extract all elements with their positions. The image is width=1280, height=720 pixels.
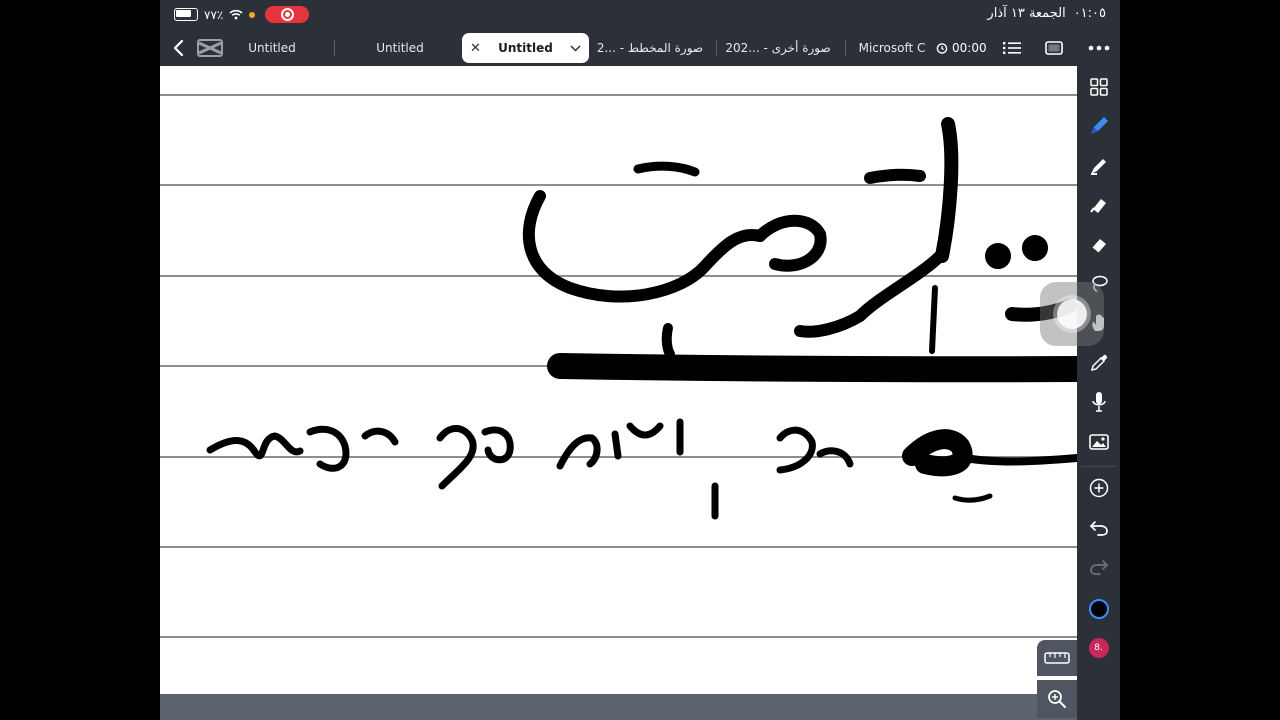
tab-bar: Untitled Untitled ✕ Untitled صورة المخطط… bbox=[160, 32, 1120, 64]
tab-microsoft[interactable]: Microsoft C bbox=[852, 33, 932, 63]
eraser-icon[interactable] bbox=[1077, 230, 1120, 260]
mic-icon[interactable] bbox=[1077, 387, 1120, 417]
tab-separator bbox=[334, 40, 335, 56]
battery-icon bbox=[174, 8, 198, 21]
canvas-footer-bar bbox=[160, 694, 1120, 720]
status-left: ٧٧٪ bbox=[174, 6, 310, 23]
zoom-icon bbox=[1048, 690, 1066, 708]
list-icon[interactable] bbox=[1000, 32, 1024, 64]
zoom-button[interactable] bbox=[1037, 680, 1077, 718]
tab-untitled-2[interactable]: Untitled bbox=[360, 33, 440, 63]
redo-icon[interactable] bbox=[1077, 552, 1120, 582]
tab-diagram-image[interactable]: صورة المخطط - ...2 bbox=[596, 33, 704, 63]
tab-label: Untitled bbox=[248, 41, 296, 55]
handwritten-ink bbox=[206, 117, 1077, 520]
right-toolbar: 8. bbox=[1077, 66, 1120, 720]
tab-label: صورة المخطط - ...2 bbox=[596, 41, 704, 55]
current-color bbox=[1088, 599, 1109, 619]
status-right: ٠١:٠٥ الجمعة ١٣ آذار bbox=[987, 6, 1106, 21]
close-icon[interactable]: ✕ bbox=[470, 41, 481, 56]
timer-icon bbox=[936, 43, 948, 54]
add-icon[interactable] bbox=[1077, 473, 1120, 503]
tab-separator bbox=[845, 40, 846, 56]
undo-icon[interactable] bbox=[1077, 513, 1120, 543]
stroke-size[interactable]: 8. bbox=[1077, 633, 1120, 663]
grid-icon[interactable] bbox=[1077, 72, 1120, 102]
stroke-size-label: 8. bbox=[1088, 638, 1109, 658]
tape-icon[interactable] bbox=[1077, 190, 1120, 220]
tab-untitled-active[interactable]: ✕ Untitled bbox=[462, 33, 589, 63]
toolbar-divider bbox=[1081, 466, 1116, 467]
page-icon[interactable] bbox=[1042, 32, 1066, 64]
back-button[interactable] bbox=[172, 32, 192, 64]
record-icon bbox=[280, 8, 294, 21]
tab-separator bbox=[716, 40, 717, 56]
battery-percent: ٧٧٪ bbox=[204, 7, 224, 22]
tab-other-image[interactable]: صورة أخرى - ...202 bbox=[724, 33, 832, 63]
capcut-icon bbox=[196, 32, 224, 64]
tab-label: صورة أخرى - ...202 bbox=[725, 41, 831, 55]
chevron-down-icon[interactable] bbox=[570, 44, 581, 52]
back-icon bbox=[173, 39, 184, 57]
tab-label: Microsoft C bbox=[858, 41, 926, 55]
timer-value: 00:00 bbox=[952, 41, 987, 55]
tab-untitled-1[interactable]: Untitled bbox=[232, 33, 312, 63]
tab-label: Untitled bbox=[376, 41, 424, 55]
tablet-screen: ٧٧٪ ٠١:٠٥ الجمعة ١٣ آذار Untitled Untitl… bbox=[160, 0, 1120, 720]
mic-indicator-dot bbox=[249, 11, 256, 18]
highlighter-icon[interactable] bbox=[1077, 151, 1120, 181]
tab-label: Untitled bbox=[498, 41, 553, 55]
assistive-touch-button[interactable] bbox=[1040, 282, 1104, 346]
color-swatch[interactable] bbox=[1077, 594, 1120, 624]
status-bar: ٧٧٪ ٠١:٠٥ الجمعة ١٣ آذار bbox=[160, 0, 1120, 30]
screen-record-indicator[interactable] bbox=[265, 6, 310, 23]
eyedropper-icon[interactable] bbox=[1077, 348, 1120, 378]
ruler-icon bbox=[1044, 652, 1070, 664]
pen-icon[interactable] bbox=[1077, 111, 1120, 141]
ruler-button[interactable] bbox=[1037, 640, 1077, 676]
status-date: الجمعة ١٣ آذار bbox=[987, 6, 1066, 21]
image-icon[interactable] bbox=[1077, 427, 1120, 457]
timer[interactable]: 00:00 bbox=[936, 32, 987, 64]
status-time: ٠١:٠٥ bbox=[1073, 6, 1106, 21]
wifi-icon bbox=[229, 9, 243, 20]
more-icon[interactable] bbox=[1086, 32, 1112, 64]
notebook-canvas[interactable] bbox=[160, 66, 1077, 694]
